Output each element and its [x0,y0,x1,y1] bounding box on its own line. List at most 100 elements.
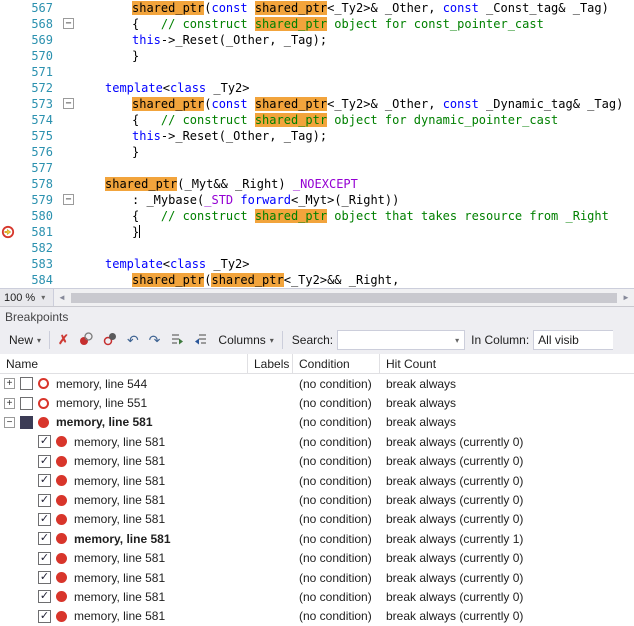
fold-collapse-icon[interactable]: − [63,194,74,205]
scroll-left-icon[interactable]: ◄ [54,293,70,302]
breakpoint-row[interactable]: ✓ memory, line 581 (no condition) break alw… [0,510,634,529]
glyph-margin[interactable] [0,32,16,48]
breakpoint-checkbox[interactable]: ✓ [38,454,51,468]
code-line[interactable]: 582 [0,240,634,256]
glyph-margin[interactable] [0,0,16,16]
code-line[interactable]: 577 [0,160,634,176]
code-line[interactable]: 570} [0,48,634,64]
glyph-margin[interactable] [0,256,16,272]
breakpoint-row[interactable]: ✓ memory, line 581 (no condition) break alw… [0,607,634,626]
breakpoint-icon [56,533,67,545]
column-label: Condition [299,356,350,371]
code-line[interactable]: 572 template<class _Ty2> [0,80,634,96]
zoom-control[interactable]: 100 % ▾ [0,289,54,306]
code-line[interactable]: 575 this->_Reset(_Other, _Tag); [0,128,634,144]
breakpoint-row[interactable]: ✓ memory, line 581 (no condition) break alw… [0,587,634,606]
breakpoint-checkbox[interactable] [20,377,33,391]
breakpoint-row[interactable]: + memory, line 551 (no condition) break alw… [0,393,634,412]
breakpoint-row[interactable]: ✓ memory, line 581 (no condition) break alw… [0,549,634,568]
glyph-margin[interactable] [0,48,16,64]
code-line[interactable]: 574 { // construct shared_ptr object for … [0,112,634,128]
column-header-name[interactable]: Name [0,354,248,373]
code-token: _Const_tag& _Tag) [478,1,609,15]
glyph-margin[interactable] [0,96,16,112]
delete-all-breakpoints-button[interactable] [74,329,98,351]
glyph-margin[interactable] [0,176,16,192]
search-combobox[interactable]: ▾ [337,330,466,350]
go-to-source-button[interactable]: ↶ [122,329,144,351]
code-line[interactable]: 568−{ // construct shared_ptr object for… [0,16,634,32]
breakpoint-row[interactable]: ✓ memory, line 581 (no condition) break alw… [0,471,634,490]
breakpoint-row[interactable]: + memory, line 544 (no condition) break alw… [0,374,634,393]
breakpoint-icon [56,572,67,584]
breakpoint-checkbox[interactable] [20,396,33,410]
expand-icon[interactable]: + [4,397,15,409]
code-line[interactable]: 578 shared_ptr(_Myt&& _Right) _NOEXCEPT [0,176,634,192]
glyph-margin[interactable] [0,272,16,288]
breakpoint-checkbox[interactable]: ✓ [38,493,51,507]
breakpoint-checkbox[interactable]: ✓ [38,435,51,449]
glyph-margin[interactable] [0,16,16,32]
horizontal-scrollbar[interactable]: ◄ ► [54,289,634,306]
name-cell: ✓ memory, line 581 [0,590,248,604]
glyph-margin[interactable] [0,128,16,144]
collapse-icon[interactable]: − [4,416,15,428]
glyph-margin[interactable] [0,144,16,160]
glyph-margin[interactable] [0,208,16,224]
breakpoint-checkbox[interactable]: ✓ [38,609,51,623]
breakpoint-row[interactable]: ✓ memory, line 581 (no condition) break alw… [0,529,634,548]
breakpoint-row[interactable]: ✓ memory, line 581 (no condition) break alw… [0,490,634,509]
breakpoint-hit-glyph[interactable] [0,224,16,240]
column-header-labels[interactable]: Labels [248,354,293,373]
import-breakpoints-button[interactable] [189,329,213,351]
export-breakpoints-button[interactable] [165,329,189,351]
breakpoint-checkbox[interactable]: ✓ [38,474,51,488]
scrollbar-thumb[interactable] [71,292,617,303]
breakpoint-row[interactable]: ✓ memory, line 581 (no condition) break alw… [0,432,634,451]
breakpoint-checkbox[interactable]: ✓ [38,532,51,546]
breakpoint-checkbox[interactable]: ✓ [38,551,51,565]
glyph-margin[interactable] [0,64,16,80]
breakpoint-icon [56,513,67,525]
code-line[interactable]: 567 shared_ptr(const shared_ptr<_Ty2>& _O… [0,0,634,16]
breakpoint-checkbox[interactable] [20,415,33,429]
go-to-disassembly-button[interactable]: ↷ [144,329,166,351]
breakpoint-checkbox[interactable]: ✓ [38,571,51,585]
code-line[interactable]: 581} [0,224,634,240]
code-line[interactable]: 576} [0,144,634,160]
breakpoint-name: memory, line 551 [56,396,148,411]
breakpoint-row[interactable]: ✓ memory, line 581 (no condition) break alw… [0,568,634,587]
code-editor[interactable]: 567 shared_ptr(const shared_ptr<_Ty2>& _O… [0,0,634,288]
fold-collapse-icon[interactable]: − [63,98,74,109]
code-token: { [132,113,161,127]
columns-button[interactable]: Columns ▾ [213,329,278,351]
glyph-margin[interactable] [0,240,16,256]
fold-collapse-icon[interactable]: − [63,18,74,29]
code-line[interactable]: 569 this->_Reset(_Other, _Tag); [0,32,634,48]
code-line[interactable]: 573− shared_ptr(const shared_ptr<_Ty2>& _… [0,96,634,112]
glyph-margin[interactable] [0,80,16,96]
scroll-right-icon[interactable]: ► [618,293,634,302]
toggle-all-breakpoints-button[interactable] [98,329,122,351]
expand-icon[interactable]: + [4,378,15,390]
in-column-combobox[interactable]: All visib [533,330,614,350]
delete-breakpoint-button[interactable]: ✗ [53,329,74,351]
new-breakpoint-button[interactable]: New ▾ [4,329,46,351]
code-text: : _Mybase(_STD forward<_Myt>(_Right)) [78,192,634,208]
code-line[interactable]: 580 { // construct shared_ptr object that… [0,208,634,224]
column-header-condition[interactable]: Condition [293,354,380,373]
breakpoint-row[interactable]: − memory, line 581 (no condition) break alw… [0,413,634,432]
code-line[interactable]: 579−: _Mybase(_STD forward<_Myt>(_Right)… [0,192,634,208]
code-line[interactable]: 571 [0,64,634,80]
breakpoint-checkbox[interactable]: ✓ [38,590,51,604]
breakpoint-row[interactable]: ✓ memory, line 581 (no condition) break alw… [0,452,634,471]
column-header-hit-count[interactable]: Hit Count [380,354,634,373]
breakpoints-panel-header[interactable]: Breakpoints [0,306,634,326]
glyph-margin[interactable] [0,192,16,208]
code-line[interactable]: 584 shared_ptr(shared_ptr<_Ty2>&& _Right, [0,272,634,288]
code-line[interactable]: 583 template<class _Ty2> [0,256,634,272]
breakpoint-checkbox[interactable]: ✓ [38,512,51,526]
glyph-margin[interactable] [0,112,16,128]
glyph-margin[interactable] [0,160,16,176]
